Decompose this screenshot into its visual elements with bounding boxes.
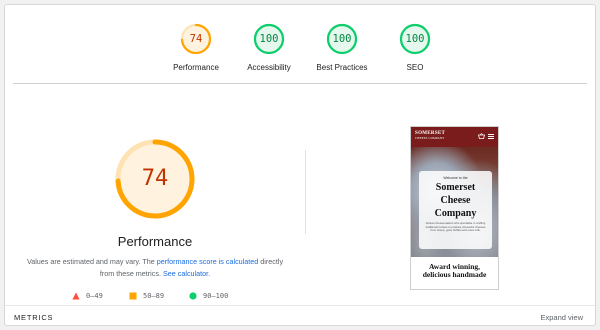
- gauge-seo[interactable]: 100 SEO: [370, 23, 460, 72]
- category-gauges: 74 Performance 100 Accessibility 100 Bes…: [5, 23, 597, 81]
- legend-range: 90–100: [203, 292, 229, 300]
- gauge-score: 74: [189, 33, 203, 45]
- company-description: Artisan cheesemakers who specialise in c…: [425, 221, 486, 233]
- gauge-score: 100: [259, 33, 279, 45]
- company-heading-line: Cheese: [440, 195, 471, 206]
- gauge-score: 100: [405, 33, 425, 45]
- legend-range: 0–49: [86, 292, 103, 300]
- gauge-score: 100: [332, 33, 352, 45]
- performance-score-gauge: 74: [114, 138, 196, 220]
- score-note: Values are estimated and may vary. The p…: [25, 256, 285, 280]
- screenshot-welcome-card: Welcome to the Somerset Cheese Company A…: [419, 171, 492, 249]
- basket-icon: [478, 133, 485, 139]
- circle-green-icon: [189, 292, 197, 300]
- screenshot-logo: SOMERSET CHEESE COMPANY: [415, 131, 445, 141]
- performance-score-link[interactable]: performance score is calculated: [157, 257, 258, 266]
- metrics-divider: [5, 305, 595, 306]
- expand-view-button[interactable]: Expand view: [540, 313, 583, 322]
- tagline-line: delicious handmade: [422, 270, 487, 279]
- gauge-ring: 74: [180, 23, 212, 55]
- logo-subtitle: CHEESE COMPANY: [415, 136, 445, 140]
- gauge-ring: 100: [399, 23, 431, 55]
- vertical-divider: [305, 150, 306, 234]
- gauge-ring: 100: [326, 23, 358, 55]
- see-calculator-link[interactable]: See calculator.: [163, 269, 210, 278]
- metrics-heading: METRICS: [14, 313, 54, 322]
- screenshot-header: SOMERSET CHEESE COMPANY: [411, 127, 498, 147]
- gauge-label: SEO: [406, 63, 424, 72]
- square-orange-icon: [129, 292, 137, 300]
- page-screenshot[interactable]: SOMERSET CHEESE COMPANY Welcome to the S…: [410, 126, 499, 290]
- screenshot-tagline: Award winning, delicious handmade: [411, 263, 498, 279]
- performance-score: 74: [141, 166, 169, 191]
- company-heading-line: Company: [434, 208, 477, 219]
- hamburger-menu-icon: [488, 134, 494, 139]
- triangle-red-icon: [72, 292, 80, 300]
- header-divider: [13, 83, 587, 84]
- note-text: Values are estimated and may vary. The: [26, 257, 157, 266]
- welcome-text: Welcome to the: [443, 176, 468, 180]
- gauge-ring: 100: [253, 23, 285, 55]
- lighthouse-report: 74 Performance 100 Accessibility 100 Bes…: [4, 4, 596, 326]
- legend-range: 50–89: [143, 292, 165, 300]
- company-heading-line: Somerset: [435, 182, 476, 193]
- performance-title: Performance: [117, 234, 193, 249]
- score-legend: 0–49 50–89 90–100: [5, 291, 305, 303]
